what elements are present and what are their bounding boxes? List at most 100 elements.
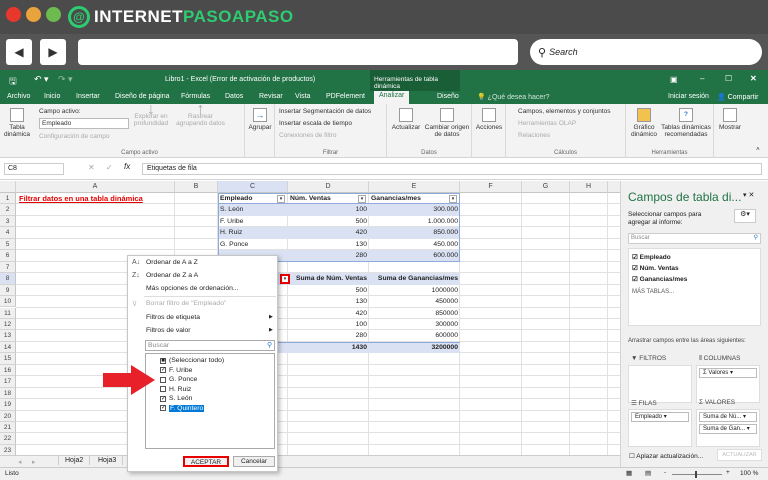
row-header-22[interactable]: 22: [0, 433, 16, 445]
values-drop-zone[interactable]: Suma de Nú... ▾ Suma de Gan... ▾: [696, 409, 760, 447]
worksheet-grid[interactable]: ABCDEFGHI1234567891011121314151617181920…: [0, 181, 620, 455]
close-icon[interactable]: ✕: [750, 74, 757, 83]
row-header-6[interactable]: 6: [0, 250, 16, 262]
filter-option[interactable]: ■ (Seleccionar todo): [160, 357, 224, 364]
row-header-21[interactable]: 21: [0, 422, 16, 434]
zoom-out-icon[interactable]: -: [664, 469, 666, 476]
share-button[interactable]: 👤 Compartir: [712, 92, 763, 102]
active-field-input[interactable]: Empleado: [39, 118, 129, 129]
row-header-5[interactable]: 5: [0, 238, 16, 251]
pivot-cell[interactable]: 420: [288, 308, 369, 319]
confirm-icon[interactable]: ✓: [106, 163, 113, 172]
update-button[interactable]: ACTUALIZAR: [717, 449, 762, 461]
rows-drop-zone[interactable]: Empleado ▾: [628, 409, 692, 447]
collapse-ribbon-icon[interactable]: ˄: [756, 146, 760, 153]
row-header-15[interactable]: 15: [0, 353, 16, 365]
function-icon[interactable]: fx: [124, 162, 130, 171]
filter-option[interactable]: ✓ F. Quintero: [160, 404, 205, 412]
row-header-11[interactable]: 11: [0, 307, 16, 319]
tab-analizar[interactable]: Analizar: [374, 91, 410, 104]
pivot-chart-button[interactable]: Gráfico dinámico: [628, 106, 660, 138]
pivot-cell[interactable]: 600000: [369, 330, 460, 341]
pivot-header-cell[interactable]: Suma de Ganancias/mes: [369, 273, 460, 284]
field-empleado[interactable]: ☑ Empleado: [632, 253, 671, 261]
pivot-cell[interactable]: 280: [288, 330, 369, 341]
minimize-icon[interactable]: –: [700, 74, 704, 83]
fields-items-sets-button[interactable]: Campos, elementos y conjuntos: [518, 108, 611, 116]
menu-label-filters[interactable]: Filtros de etiqueta: [146, 314, 200, 321]
row-header-3[interactable]: 3: [0, 215, 16, 228]
column-header-I[interactable]: I: [608, 181, 620, 193]
maximize-icon[interactable]: ☐: [725, 74, 732, 83]
menu-clear-filter[interactable]: Borrar filtro de "Empleado": [146, 300, 226, 307]
checkbox-checked-icon[interactable]: ✓: [160, 395, 166, 402]
actions-button[interactable]: Acciones: [473, 106, 505, 131]
filter-option[interactable]: ✓ S. León: [160, 395, 192, 402]
scroll-tabs-right-icon[interactable]: ▸: [32, 458, 36, 466]
rows-item-empleado[interactable]: Empleado ▾: [631, 412, 689, 422]
page-layout-icon[interactable]: ▤: [645, 469, 651, 477]
drill-down-button[interactable]: ↓ Explorar en profundidad: [131, 102, 171, 128]
tab-diseno-pagina[interactable]: Diseño de página: [110, 92, 175, 101]
column-header-C[interactable]: C: [218, 181, 288, 193]
pivot-cell[interactable]: 500: [288, 285, 369, 296]
column-header-E[interactable]: E: [369, 181, 460, 193]
row-header-7[interactable]: 7: [0, 261, 16, 274]
pane-search-input[interactable]: Buscar ⚲: [628, 233, 761, 244]
more-tables-link[interactable]: MÁS TABLAS...: [632, 289, 674, 295]
sheet-tab-hoja3[interactable]: Hoja3: [92, 456, 124, 465]
pivot-total-cell[interactable]: 3200000: [369, 342, 460, 353]
menu-sort-az[interactable]: Ordenar de A a Z: [146, 259, 198, 266]
save-icon[interactable]: 🖫: [9, 74, 17, 90]
zoom-slider[interactable]: [672, 471, 722, 478]
row-header-23[interactable]: 23: [0, 444, 16, 455]
address-bar[interactable]: [78, 39, 518, 65]
tab-insertar[interactable]: Insertar: [71, 92, 105, 101]
insert-slicer-button[interactable]: Insertar Segmentación de datos: [279, 108, 371, 116]
checkbox-unchecked-icon[interactable]: [160, 386, 166, 392]
maximize-window-button[interactable]: [46, 7, 61, 22]
row-header-20[interactable]: 20: [0, 410, 16, 422]
row-header-19[interactable]: 19: [0, 399, 16, 411]
cancel-icon[interactable]: ✕: [88, 163, 95, 172]
pivot-cell[interactable]: 1000000: [369, 285, 460, 296]
refresh-button[interactable]: Actualizar: [389, 106, 423, 131]
tab-revisar[interactable]: Revisar: [254, 92, 288, 101]
row-header-14[interactable]: 14: [0, 341, 16, 354]
row-header-4[interactable]: 4: [0, 227, 16, 239]
row-header-18[interactable]: 18: [0, 387, 16, 400]
sheet-tab-hoja2[interactable]: Hoja2: [58, 456, 91, 465]
recommended-pivots-button[interactable]: ? Tablas dinámicas recomendadas: [660, 106, 712, 138]
columns-item-valores[interactable]: Σ Valores ▾: [699, 368, 757, 378]
undo-icon[interactable]: ↶ ▾: [34, 74, 49, 85]
minimize-window-button[interactable]: [26, 7, 41, 22]
cancel-button[interactable]: Cancelar: [233, 456, 275, 467]
olap-tools-button[interactable]: Herramientas OLAP: [518, 120, 576, 128]
column-header-F[interactable]: F: [460, 181, 522, 193]
values-item-ventas[interactable]: Suma de Nú... ▾: [699, 412, 757, 422]
pivot-header-cell[interactable]: Suma de Núm. Ventas: [288, 273, 369, 284]
menu-value-filters[interactable]: Filtros de valor: [146, 327, 191, 334]
tab-datos[interactable]: Datos: [220, 92, 248, 101]
menu-sort-za[interactable]: Ordenar de Z a A: [146, 272, 198, 279]
redo-icon[interactable]: ↷ ▾: [58, 74, 73, 85]
column-header-A[interactable]: A: [16, 181, 175, 193]
pivot-cell[interactable]: 130: [288, 296, 369, 307]
show-button[interactable]: Mostrar: [716, 106, 744, 131]
filters-drop-zone[interactable]: [628, 365, 692, 403]
filter-option[interactable]: G. Ponce: [160, 376, 197, 383]
insert-timeline-button[interactable]: Insertar escala de tiempo: [279, 120, 352, 128]
row-header-9[interactable]: 9: [0, 284, 16, 297]
browser-search-input[interactable]: ⚲ Search: [530, 39, 762, 65]
relationships-button[interactable]: Relaciones: [518, 132, 550, 140]
normal-view-icon[interactable]: ▦: [626, 469, 632, 477]
field-settings-button[interactable]: Configuración de campo: [39, 133, 109, 141]
tab-inicio[interactable]: Inicio: [39, 92, 65, 101]
pivot-total-cell[interactable]: 1430: [288, 342, 369, 353]
column-header-G[interactable]: G: [522, 181, 570, 193]
zoom-slider-thumb[interactable]: [695, 471, 697, 478]
filter-option[interactable]: ✓ F. Uribe: [160, 367, 192, 374]
row-header-1[interactable]: 1: [0, 193, 16, 205]
column-header-H[interactable]: H: [570, 181, 608, 193]
tell-me-box[interactable]: 💡 ¿Qué desea hacer?: [472, 92, 555, 102]
